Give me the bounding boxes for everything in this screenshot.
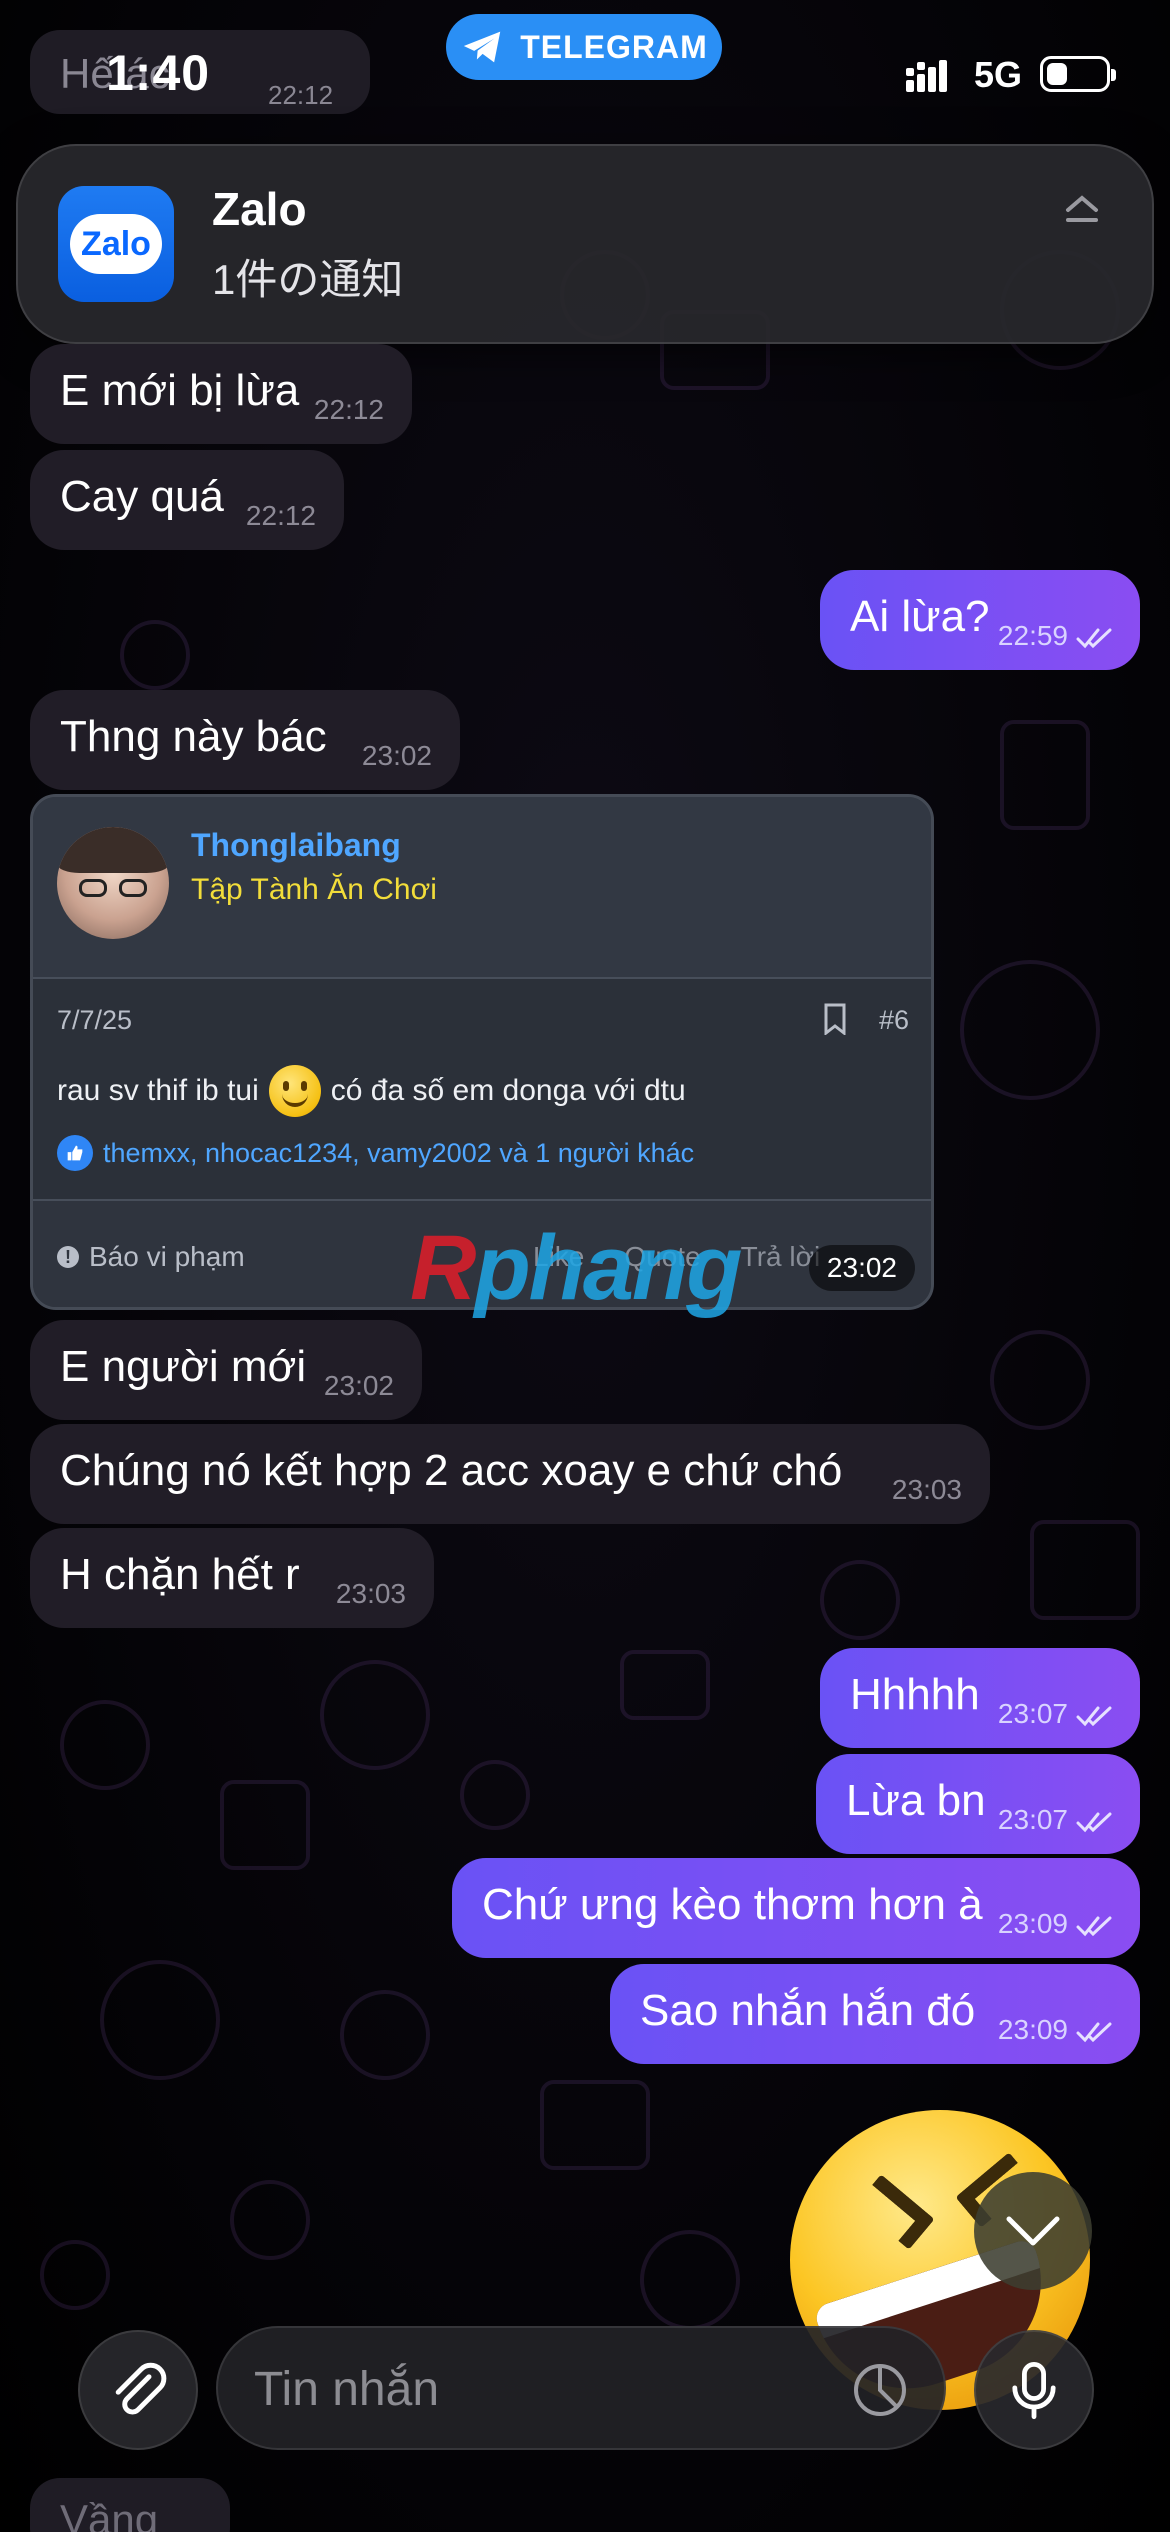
message-time: 22:59 bbox=[997, 620, 1068, 651]
scroll-down-button[interactable] bbox=[974, 2172, 1092, 2290]
status-bar-time: 1:40 bbox=[106, 45, 211, 101]
message-text: E người mới bbox=[60, 1342, 307, 1391]
message-text: Ai lừa? bbox=[850, 592, 990, 641]
zalo-logo-text: Zalo bbox=[70, 214, 162, 274]
alert-icon: ! bbox=[57, 1246, 79, 1268]
chat-screen: Hế ác 22:12 1:40 TELEGRAM 5G Zalo Zalo 1… bbox=[0, 0, 1170, 2532]
battery-level bbox=[1047, 63, 1067, 85]
report-label: Báo vi phạm bbox=[89, 1241, 245, 1272]
message-bubble[interactable]: Hhhhh 23:07 bbox=[820, 1648, 1140, 1748]
message-bubble[interactable]: H chặn hết r 23:03 bbox=[30, 1528, 434, 1628]
attach-button[interactable] bbox=[78, 2330, 198, 2450]
post-text: rau sv thif ib tui có đa số em donga với… bbox=[57, 1065, 686, 1117]
post-header: Thonglaibang Tập Tành Ăn Chơi bbox=[33, 797, 931, 979]
message-bubble[interactable]: Chúng nó kết hợp 2 acc xoay e chứ chó 23… bbox=[30, 1424, 990, 1524]
message-text: E mới bị lừa bbox=[60, 366, 300, 415]
thumbs-up-icon bbox=[57, 1135, 93, 1171]
battery-icon bbox=[1040, 56, 1116, 92]
message-text: Chứ ưng kèo thơm hơn à bbox=[482, 1880, 983, 1929]
message-time: 23:02 bbox=[361, 740, 432, 771]
read-check-icon bbox=[1076, 1812, 1112, 1833]
message-bubble[interactable]: Cay quá 22:12 bbox=[30, 450, 344, 550]
post-username: Thonglaibang bbox=[191, 827, 401, 863]
message-input[interactable] bbox=[216, 2326, 946, 2450]
message-bubble[interactable]: Ai lừa? 22:59 bbox=[820, 570, 1140, 670]
message-bubble[interactable]: Sao nhắn hắn đó 23:09 bbox=[610, 1964, 1140, 2064]
voice-record-button[interactable] bbox=[974, 2330, 1094, 2450]
report-link: ! Báo vi phạm bbox=[57, 1241, 245, 1273]
partial-message-text: Vầng bbox=[60, 2496, 159, 2532]
push-notification[interactable]: Zalo Zalo 1件の通知 bbox=[16, 144, 1154, 344]
message-time: 22:12 bbox=[313, 394, 384, 425]
paperclip-icon bbox=[115, 2362, 167, 2415]
read-check-icon bbox=[1076, 628, 1112, 649]
message-time: 23:03 bbox=[335, 1578, 406, 1609]
message-text: Cay quá bbox=[60, 472, 224, 521]
sticker-icon[interactable] bbox=[852, 2362, 908, 2418]
read-check-icon bbox=[1076, 1916, 1112, 1937]
partial-message-bubble: Vầng bbox=[30, 2478, 230, 2532]
message-text: Hhhhh bbox=[850, 1670, 980, 1719]
read-check-icon bbox=[1076, 2022, 1112, 2043]
message-bubble[interactable]: Thng này bác 23:02 bbox=[30, 690, 460, 790]
post-number: #6 bbox=[879, 1005, 910, 1035]
message-bubble[interactable]: E người mới 23:02 bbox=[30, 1320, 422, 1420]
signal-icon bbox=[906, 60, 947, 92]
partial-message-time: 22:12 bbox=[268, 80, 334, 110]
message-time: 23:03 bbox=[891, 1474, 962, 1505]
collapse-chevron-icon[interactable] bbox=[1060, 188, 1104, 232]
message-text-field[interactable] bbox=[254, 2354, 814, 2424]
read-check-icon bbox=[1076, 1706, 1112, 1727]
message-bubble[interactable]: Chứ ưng kèo thơm hơn à 23:09 bbox=[452, 1858, 1140, 1958]
message-bubble[interactable]: E mới bị lừa 22:12 bbox=[30, 344, 412, 444]
telegram-plane-icon bbox=[464, 31, 501, 63]
avatar bbox=[57, 827, 169, 939]
message-time: 23:07 bbox=[997, 1698, 1068, 1729]
likes-text: themxx, nhocac1234, vamy2002 và 1 người … bbox=[103, 1137, 695, 1168]
notification-body: 1件の通知 bbox=[212, 256, 404, 303]
bookmark-icon bbox=[824, 1003, 846, 1035]
post-text-end: có đa số em donga với dtu bbox=[330, 1074, 686, 1107]
message-text: Thng này bác bbox=[60, 712, 327, 761]
message-text: Lừa bn bbox=[846, 1776, 986, 1825]
notification-title: Zalo bbox=[212, 183, 307, 235]
chevron-down-icon bbox=[1006, 2216, 1060, 2246]
message-time: 22:12 bbox=[245, 500, 316, 531]
message-time: 23:02 bbox=[323, 1370, 394, 1401]
microphone-icon bbox=[1012, 2362, 1056, 2420]
message-time: 23:09 bbox=[997, 2014, 1068, 2045]
message-text: Sao nhắn hắn đó bbox=[640, 1986, 976, 2035]
message-bubble[interactable]: Lừa bn 23:07 bbox=[816, 1754, 1140, 1854]
zalo-app-icon: Zalo bbox=[58, 186, 174, 302]
message-text: Chúng nó kết hợp 2 acc xoay e chứ chó bbox=[60, 1446, 843, 1495]
telegram-pill-label: TELEGRAM bbox=[520, 28, 708, 65]
post-text-start: rau sv thif ib tui bbox=[57, 1074, 259, 1107]
telegram-return-pill[interactable]: TELEGRAM bbox=[446, 14, 722, 80]
watermark-logo: Rphang bbox=[410, 1217, 742, 1319]
network-type: 5G bbox=[974, 54, 1023, 95]
message-text: H chặn hết r bbox=[60, 1550, 300, 1599]
smiley-emoji-icon bbox=[268, 1065, 321, 1117]
message-time: 23:02 bbox=[808, 1245, 915, 1291]
message-time: 23:09 bbox=[997, 1908, 1068, 1939]
message-time: 23:07 bbox=[997, 1804, 1068, 1835]
post-likes: themxx, nhocac1234, vamy2002 và 1 người … bbox=[57, 1135, 694, 1171]
post-date: 7/7/25 bbox=[57, 1005, 133, 1035]
post-user-title: Tập Tành Ăn Chơi bbox=[191, 873, 437, 906]
